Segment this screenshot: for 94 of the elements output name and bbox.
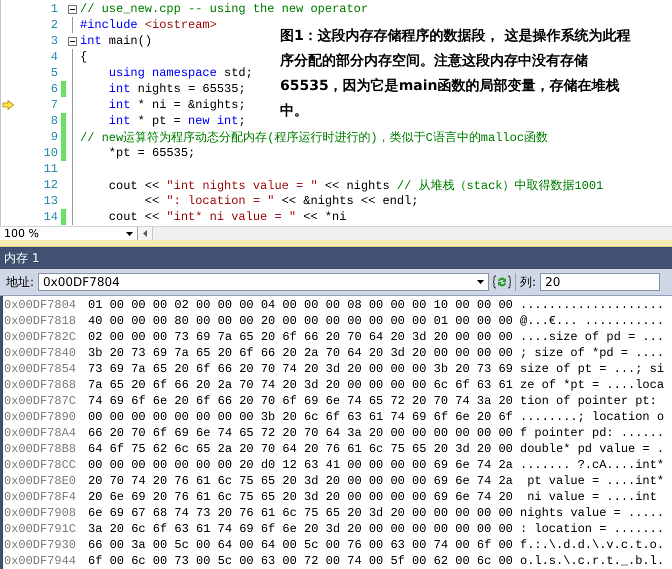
- code-line: cout << "int* ni value = " << *ni: [108, 210, 346, 224]
- line-number: 14: [42, 210, 58, 224]
- hex-bytes: 3b 20 73 69 7a 65 20 6f 66 20 2a 70 64 20 3d 20 00 00 00 00: [88, 346, 514, 360]
- hex-bytes: 02 00 00 00 73 69 7a 65 20 6f 66 20 70 64 20 3d 20 00 00 00: [88, 330, 514, 344]
- hex-bytes: 40 00 00 00 80 00 00 00 20 00 00 00 00 00 00 00 01 00 00 00: [88, 314, 514, 328]
- line-number: 2: [50, 18, 58, 32]
- memory-address: 0x00DF78CC: [3, 458, 78, 472]
- hex-bytes: 6e 69 67 68 74 73 20 76 61 6c 75 65 20 3d 20 00 00 00 00 00: [88, 506, 514, 520]
- columns-label: 列:: [520, 274, 536, 291]
- ascii-text: ; size of *pd = ....: [520, 346, 664, 360]
- hex-bytes: 01 00 00 00 02 00 00 00 04 00 00 00 08 00 00 00 10 00 00 00: [88, 298, 514, 312]
- memory-address: 0x00DF7944: [3, 554, 78, 568]
- code-editor[interactable]: [0, 0, 672, 226]
- code-line: int * pt = new int;: [108, 114, 246, 128]
- address-field[interactable]: 0x00DF7804: [38, 273, 490, 292]
- line-number: 6: [50, 82, 58, 96]
- memory-address: 0x00DF78E0: [3, 474, 78, 488]
- memory-address: 0x00DF7854: [3, 362, 78, 376]
- line-number: 10: [42, 146, 58, 160]
- memory-address: 0x00DF78B8: [3, 442, 78, 456]
- code-line: // use_new.cpp -- using the new operator: [80, 2, 368, 16]
- ascii-text: o.l.s.\.c.r.t._.b.l.: [520, 554, 664, 568]
- line-number: 5: [50, 66, 58, 80]
- memory-address: 0x00DF791C: [3, 522, 78, 536]
- caret-icon: [126, 232, 133, 236]
- caret-icon: [477, 280, 484, 284]
- refresh-icon[interactable]: [493, 275, 512, 290]
- memory-address: 0x00DF7840: [3, 346, 78, 360]
- memory-address: 0x00DF7890: [3, 410, 78, 424]
- ascii-text: : location = .......: [520, 522, 664, 536]
- columns-field[interactable]: 20: [540, 273, 660, 292]
- line-number: 4: [50, 50, 58, 64]
- ascii-text: ....size of pd = ...: [520, 330, 664, 344]
- hex-bytes: 20 70 74 20 76 61 6c 75 65 20 3d 20 00 00 00 00 69 6e 74 2a: [88, 474, 514, 488]
- memory-address: 0x00DF7818: [3, 314, 78, 328]
- zoom-dropdown[interactable]: 100 %: [0, 227, 138, 240]
- address-label: 地址:: [6, 274, 34, 291]
- memory-address: 0x00DF78F4: [3, 490, 78, 504]
- ascii-text: nights value = .....: [520, 506, 664, 520]
- panel-title: 内存 1: [0, 247, 672, 270]
- hex-bytes: 00 00 00 00 00 00 00 00 3b 20 6c 6f 63 61 74 69 6f 6e 20 6f: [88, 410, 514, 424]
- code-line: // new运算符为程序动态分配内存(程序运行时进行的)，类似于C语言中的malloc函数: [80, 130, 548, 146]
- hex-bytes: 74 69 6f 6e 20 6f 66 20 70 6f 69 6e 74 65 72 20 70 74 3a 20: [88, 394, 514, 408]
- ascii-text: size of pt = ...; si: [520, 362, 664, 376]
- splitter-bar[interactable]: [0, 240, 672, 248]
- ascii-text: ni value = ....int: [526, 490, 657, 504]
- hex-bytes: 3a 20 6c 6f 63 61 74 69 6f 6e 20 3d 20 00 00 00 00 00 00 00: [88, 522, 514, 536]
- ascii-text: @...€... ...........: [520, 314, 664, 328]
- hex-bytes: 00 00 00 00 00 00 00 20 d0 12 63 41 00 00 00 00 69 6e 74 2a: [88, 458, 514, 472]
- ascii-text: pt value = ....int*: [526, 474, 664, 488]
- code-line: int main(): [80, 34, 152, 48]
- memory-address: 0x00DF7804: [3, 298, 78, 312]
- memory-address: 0x00DF7930: [3, 538, 78, 552]
- memory-address: 0x00DF7868: [3, 378, 78, 392]
- hex-bytes: 6f 00 6c 00 73 00 5c 00 63 00 72 00 74 00 5f 00 62 00 6c 00: [88, 554, 514, 568]
- annotation-text: 图1：这段内存存储程序的数据段， 这是操作系统为此程序分配的部分内存空间。注意这段内存中没有存储65535，因为它是main函数的局部变量，存储在堆栈中。: [280, 26, 632, 121]
- hex-bytes: 64 6f 75 62 6c 65 2a 20 70 64 20 76 61 6c 75 65 20 3d 20 00: [88, 442, 514, 456]
- hex-bytes: 73 69 7a 65 20 6f 66 20 70 74 20 3d 20 00 00 00 3b 20 73 69: [88, 362, 514, 376]
- code-line: *pt = 65535;: [108, 146, 196, 160]
- line-number: 7: [50, 98, 58, 112]
- scroll-left-button[interactable]: [138, 227, 153, 240]
- ascii-text: ze of *pt = ....loca: [520, 378, 664, 392]
- line-number: 13: [42, 194, 58, 208]
- hex-bytes: 20 6e 69 20 76 61 6c 75 65 20 3d 20 00 00 00 00 69 6e 74 20: [88, 490, 514, 504]
- line-number: 3: [50, 34, 58, 48]
- code-line: {: [80, 50, 88, 64]
- memory-address: 0x00DF78A4: [3, 426, 78, 440]
- hex-bytes: 7a 65 20 6f 66 20 2a 70 74 20 3d 20 00 00 00 00 6c 6f 63 61: [88, 378, 514, 392]
- line-number: 12: [42, 178, 58, 192]
- line-number: 1: [50, 2, 58, 16]
- collapse-icon[interactable]: [68, 4, 76, 14]
- line-number: 11: [42, 162, 58, 176]
- ascii-text: f pointer pd: ......: [520, 426, 664, 440]
- memory-address: 0x00DF7908: [3, 506, 78, 520]
- hex-bytes: 66 20 70 6f 69 6e 74 65 72 20 70 64 3a 20 00 00 00 00 00 00: [88, 426, 514, 440]
- ascii-text: f.:.\.d.d.\.v.c.t.o.: [520, 538, 664, 552]
- memory-address: 0x00DF787C: [3, 394, 78, 408]
- code-line: int * ni = &nights;: [108, 98, 246, 112]
- ascii-text: tion of pointer pt:: [520, 394, 657, 408]
- line-number: 8: [50, 114, 58, 128]
- left-arrow-icon: [143, 230, 147, 238]
- memory-address: 0x00DF782C: [3, 330, 78, 344]
- code-line: << ": location = " << &nights << endl;: [144, 194, 418, 208]
- code-line: int nights = 65535;: [108, 82, 246, 96]
- ascii-text: ....... ?.cA....int*: [520, 458, 664, 472]
- code-line: cout << "int nights value = " << nights // 从堆栈（stack）中取得数据1001: [108, 178, 604, 194]
- collapse-icon[interactable]: [68, 36, 76, 46]
- line-number: 9: [50, 130, 58, 144]
- hex-bytes: 66 00 3a 00 5c 00 64 00 64 00 5c 00 76 00 63 00 74 00 6f 00: [88, 538, 514, 552]
- ascii-text: ....................: [520, 298, 664, 312]
- ascii-text: double* pd value = .: [520, 442, 664, 456]
- code-line: using namespace std;: [108, 66, 253, 80]
- ascii-text: ........; location o: [520, 410, 664, 424]
- code-line: #include <iostream>: [80, 18, 217, 32]
